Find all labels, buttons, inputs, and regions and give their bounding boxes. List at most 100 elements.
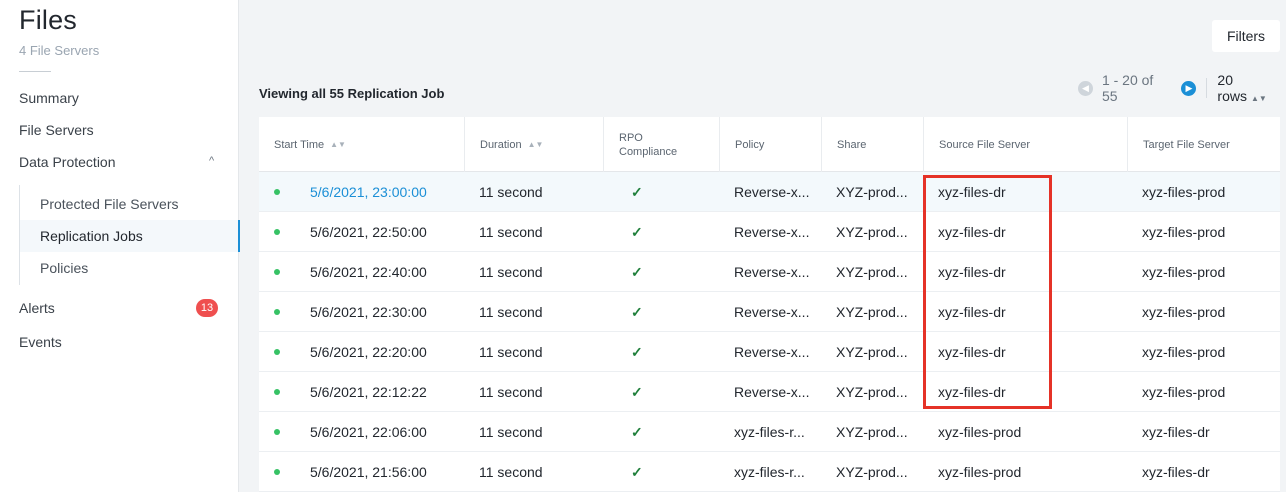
- chevron-up-icon[interactable]: ^: [209, 155, 214, 167]
- column-label: Duration: [480, 138, 522, 151]
- rpo-compliance-cell: ✓: [631, 304, 643, 320]
- nav-data-protection[interactable]: Data Protection: [19, 154, 116, 170]
- status-dot-icon: [274, 309, 280, 315]
- table-header: Start Time ▲▼ Duration ▲▼ RPO Compliance Po…: [259, 117, 1280, 172]
- share-cell: XYZ-prod...: [836, 184, 908, 200]
- page-range: 1 - 20 of 55: [1101, 72, 1154, 104]
- start-time-cell: 5/6/2021, 22:30:00: [310, 304, 427, 320]
- table-row[interactable]: 5/6/2021, 22:50:00 11 second ✓ Reverse-x...…: [259, 212, 1280, 252]
- duration-cell: 11 second: [479, 384, 543, 400]
- pagination: ◀ 1 - 20 of 55 ▶ 20 rows ▲▼: [1078, 72, 1286, 104]
- divider: [1206, 78, 1208, 98]
- source-file-server-cell: xyz-files-dr: [938, 224, 1006, 240]
- chevron-left-icon[interactable]: ◀: [1078, 80, 1093, 96]
- rpo-compliance-cell: ✓: [631, 224, 643, 240]
- duration-cell: 11 second: [479, 264, 543, 280]
- nav-replication-jobs[interactable]: Replication Jobs: [20, 220, 240, 252]
- share-cell: XYZ-prod...: [836, 224, 908, 240]
- sort-icon[interactable]: ▲▼: [330, 138, 346, 152]
- source-file-server-cell: xyz-files-prod: [938, 464, 1022, 480]
- chevron-right-icon[interactable]: ▶: [1181, 80, 1197, 96]
- policy-cell: Reverse-x...: [734, 224, 810, 240]
- policy-cell: Reverse-x...: [734, 304, 810, 320]
- nav-summary[interactable]: Summary: [19, 90, 79, 106]
- target-file-server-cell: xyz-files-prod: [1142, 184, 1226, 200]
- column-source-file-server[interactable]: Source File Server: [924, 117, 1128, 172]
- target-file-server-cell: xyz-files-dr: [1142, 424, 1210, 440]
- column-duration[interactable]: Duration ▲▼: [465, 117, 604, 172]
- filters-button[interactable]: Filters: [1212, 20, 1280, 52]
- target-file-server-cell: xyz-files-dr: [1142, 464, 1210, 480]
- table-row[interactable]: 5/6/2021, 22:40:00 11 second ✓ Reverse-x...…: [259, 252, 1280, 292]
- table-row[interactable]: 5/6/2021, 22:20:00 11 second ✓ Reverse-x...…: [259, 332, 1280, 372]
- column-label: Source File Server: [939, 138, 1031, 151]
- table-row[interactable]: 5/6/2021, 22:06:00 11 second ✓ xyz-files-r.…: [259, 412, 1280, 452]
- start-time-cell[interactable]: 5/6/2021, 23:00:00: [310, 172, 427, 212]
- duration-cell: 11 second: [479, 304, 543, 320]
- column-label: Share: [837, 138, 867, 151]
- rpo-compliance-cell: ✓: [631, 384, 643, 400]
- source-file-server-cell: xyz-files-prod: [938, 424, 1022, 440]
- rows-per-page-select[interactable]: 20 rows ▲▼: [1217, 72, 1286, 104]
- nav-events[interactable]: Events: [19, 334, 62, 350]
- source-file-server-cell: xyz-files-dr: [938, 304, 1006, 320]
- status-dot-icon: [274, 429, 280, 435]
- policy-cell: Reverse-x...: [734, 384, 810, 400]
- table-row[interactable]: 5/6/2021, 23:00:00 11 second ✓ Reverse-x...…: [259, 172, 1280, 212]
- app-title: Files: [19, 5, 78, 35]
- replication-jobs-table: Start Time ▲▼ Duration ▲▼ RPO Compliance Po…: [259, 117, 1280, 492]
- nav-file-servers[interactable]: File Servers: [19, 122, 94, 138]
- sort-icon[interactable]: ▲▼: [528, 138, 544, 152]
- column-start-time[interactable]: Start Time ▲▼: [259, 117, 465, 172]
- column-label-line: Compliance: [619, 145, 678, 158]
- duration-cell: 11 second: [479, 464, 543, 480]
- status-dot-icon: [274, 349, 280, 355]
- rows-per-page-label: 20 rows: [1217, 72, 1247, 104]
- rpo-compliance-cell: ✓: [631, 344, 643, 360]
- divider: [19, 71, 51, 72]
- nav-policies[interactable]: Policies: [20, 252, 240, 284]
- column-target-file-server[interactable]: Target File Server: [1128, 117, 1280, 172]
- policy-cell: Reverse-x...: [734, 184, 810, 200]
- nav-alerts[interactable]: Alerts: [19, 300, 55, 316]
- status-dot-icon: [274, 389, 280, 395]
- duration-cell: 11 second: [479, 344, 543, 360]
- target-file-server-cell: xyz-files-prod: [1142, 224, 1226, 240]
- share-cell: XYZ-prod...: [836, 424, 908, 440]
- column-policy[interactable]: Policy: [720, 117, 822, 172]
- table-row[interactable]: 5/6/2021, 22:30:00 11 second ✓ Reverse-x...…: [259, 292, 1280, 332]
- status-dot-icon: [274, 469, 280, 475]
- table-row[interactable]: 5/6/2021, 22:12:22 11 second ✓ Reverse-x...…: [259, 372, 1280, 412]
- start-time-cell: 5/6/2021, 22:12:22: [310, 384, 427, 400]
- share-cell: XYZ-prod...: [836, 264, 908, 280]
- rpo-compliance-cell: ✓: [631, 184, 643, 200]
- duration-cell: 11 second: [479, 424, 543, 440]
- start-time-cell: 5/6/2021, 22:40:00: [310, 264, 427, 280]
- column-label-line: RPO: [619, 131, 643, 144]
- source-file-server-cell: xyz-files-dr: [938, 184, 1006, 200]
- column-label: Start Time: [274, 138, 325, 151]
- data-protection-subnav: Protected File Servers Replication Jobs …: [19, 185, 240, 285]
- target-file-server-cell: xyz-files-prod: [1142, 344, 1226, 360]
- column-rpo-compliance[interactable]: RPO Compliance: [604, 117, 720, 172]
- share-cell: XYZ-prod...: [836, 464, 908, 480]
- start-time-cell: 5/6/2021, 22:20:00: [310, 344, 427, 360]
- target-file-server-cell: xyz-files-prod: [1142, 384, 1226, 400]
- status-dot-icon: [274, 189, 280, 195]
- duration-cell: 11 second: [479, 224, 543, 240]
- source-file-server-cell: xyz-files-dr: [938, 344, 1006, 360]
- rpo-compliance-cell: ✓: [631, 464, 643, 480]
- column-label: Policy: [735, 138, 765, 151]
- table-row[interactable]: 5/6/2021, 21:56:00 11 second ✓ xyz-files-r.…: [259, 452, 1280, 492]
- target-file-server-cell: xyz-files-prod: [1142, 264, 1226, 280]
- duration-cell: 11 second: [479, 184, 543, 200]
- share-cell: XYZ-prod...: [836, 344, 908, 360]
- start-time-cell: 5/6/2021, 22:06:00: [310, 424, 427, 440]
- viewing-summary: Viewing all 55 Replication Job: [259, 86, 445, 101]
- target-file-server-cell: xyz-files-prod: [1142, 304, 1226, 320]
- nav-protected-file-servers[interactable]: Protected File Servers: [20, 188, 240, 220]
- rpo-compliance-cell: ✓: [631, 264, 643, 280]
- policy-cell: xyz-files-r...: [734, 424, 805, 440]
- column-share[interactable]: Share: [822, 117, 924, 172]
- source-file-server-cell: xyz-files-dr: [938, 264, 1006, 280]
